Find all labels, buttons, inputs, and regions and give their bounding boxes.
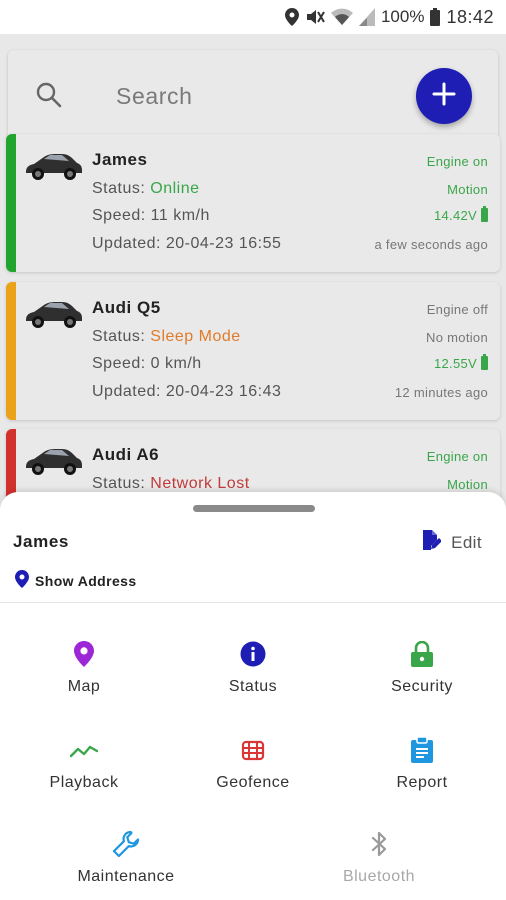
show-address-button[interactable]: Show Address [15,570,137,591]
speed-text: Speed: 11 km/h [92,207,210,224]
report-label: Report [396,774,448,791]
status-stripe [6,282,16,420]
vehicle-card[interactable]: James Status: Online Speed: 11 km/h Upda… [6,134,500,272]
edit-label: Edit [451,532,482,552]
signal-icon [358,7,375,27]
edit-button[interactable]: Edit [421,529,482,556]
fence-icon [239,736,267,764]
last-update-ago: 12 minutes ago [394,385,488,400]
updated-text: Updated: 20-04-23 16:55 [92,235,282,252]
bluetooth-label: Bluetooth [342,868,416,885]
wifi-icon [330,7,353,27]
status-label: Status: [92,475,146,492]
edit-icon [421,529,443,556]
motion-status: Motion [447,477,488,492]
speed-text: Speed: 0 km/h [92,355,202,372]
add-vehicle-button[interactable] [416,68,472,124]
voltage-text: 14.42V [433,208,477,223]
security-button[interactable]: Security [338,640,506,720]
status-value: Online [150,180,200,197]
battery-icon [430,7,441,27]
search-bar[interactable]: Search [8,50,498,140]
voltage-text: 12.55V [433,356,477,371]
last-update-ago: a few seconds ago [374,237,488,252]
maintenance-label: Maintenance [77,868,175,885]
battery-level-icon [481,206,488,222]
lock-icon [408,640,436,668]
vehicle-name: James [92,150,148,169]
car-icon [24,148,82,182]
car-icon [24,443,82,477]
bluetooth-icon [365,830,393,858]
car-icon [24,296,82,330]
status-stripe [6,134,16,272]
updated-text: Updated: 20-04-23 16:43 [92,383,282,400]
engine-status: Engine on [426,154,488,169]
map-label: Map [67,678,101,695]
clock: 18:42 [446,6,494,27]
maintenance-button[interactable]: Maintenance [42,830,210,900]
battery-level-icon [481,354,488,370]
vehicle-name: Audi A6 [92,445,160,464]
clipboard-icon [408,736,436,764]
sheet-title: James [13,532,69,551]
status-row: Status: Sleep Mode [92,328,241,346]
map-pin-icon [70,640,98,668]
status-label: Status: [92,180,146,197]
playback-button[interactable]: Playback [0,736,168,816]
divider [0,602,506,603]
show-address-label: Show Address [35,572,137,589]
report-button[interactable]: Report [338,736,506,816]
geofence-button[interactable]: Geofence [169,736,337,816]
status-bar: 100% 18:42 [0,0,506,34]
playback-label: Playback [49,774,119,791]
voltage-row: 14.42V [433,206,488,223]
plus-icon [431,81,457,112]
vehicle-card[interactable]: Audi Q5 Status: Sleep Mode Speed: 0 km/h… [6,282,500,420]
geofence-label: Geofence [216,774,290,791]
status-row: Status: Network Lost [92,475,250,493]
map-button[interactable]: Map [0,640,168,720]
motion-status: Motion [447,182,488,197]
engine-status: Engine off [426,302,488,317]
status-label: Status [228,678,278,695]
security-label: Security [391,678,453,695]
trend-line-icon [70,736,98,764]
search-icon[interactable] [34,80,64,110]
map-pin-icon [15,570,29,591]
battery-percent: 100% [380,7,425,26]
status-value: Network Lost [150,475,250,492]
voltage-row: 12.55V [433,354,488,371]
status-button[interactable]: Status [169,640,337,720]
wrench-icon [112,830,140,858]
mute-icon [305,7,325,27]
info-icon [239,640,267,668]
bluetooth-button[interactable]: Bluetooth [295,830,463,900]
vehicle-name: Audi Q5 [92,298,161,317]
search-input[interactable]: Search [116,83,192,110]
sheet-drag-handle[interactable] [193,505,315,512]
motion-status: No motion [426,330,488,345]
status-row: Status: Online [92,180,200,198]
status-value: Sleep Mode [150,328,241,345]
engine-status: Engine on [426,449,488,464]
vehicle-actions-sheet: James Edit Show Address Map Status Secur… [0,492,506,900]
location-icon [284,7,299,27]
status-label: Status: [92,328,146,345]
